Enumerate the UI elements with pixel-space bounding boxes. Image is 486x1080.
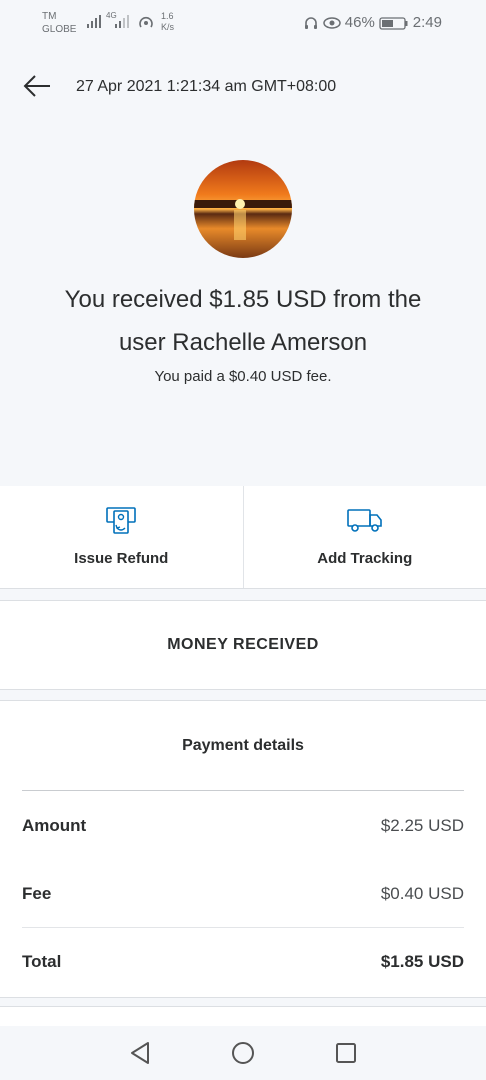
payment-details-title: Payment details (182, 737, 304, 754)
avatar (194, 160, 292, 258)
detail-row-total: Total $1.85 USD (22, 952, 464, 976)
refund-icon (106, 507, 137, 534)
issue-refund-button[interactable]: Issue Refund (0, 486, 243, 588)
nav-back-icon[interactable] (128, 1040, 152, 1066)
battery-percent: 46% (344, 14, 375, 31)
fee-note: You paid a $0.40 USD fee. (154, 368, 332, 385)
action-row: Issue Refund Add Tracking (0, 486, 486, 589)
nav-home-icon[interactable] (230, 1040, 256, 1066)
headline-line1: You received $1.85 USD from the (64, 286, 422, 313)
carrier-label: TM GLOBE (42, 10, 76, 36)
status-section: MONEY RECEIVED (0, 600, 486, 690)
transaction-datetime: 27 Apr 2021 1:21:34 am GMT+08:00 (76, 78, 337, 95)
back-arrow-icon[interactable] (22, 72, 54, 100)
signal-icon (87, 15, 101, 28)
hotspot-icon (139, 16, 153, 28)
speed-unit: K/s (161, 22, 175, 32)
payment-details-card: Payment details Amount $2.25 USD Fee $0.… (0, 700, 486, 998)
add-tracking-label: Add Tracking (317, 550, 413, 567)
headphones-icon (304, 16, 317, 29)
fee-value: $0.40 USD (380, 884, 464, 903)
detail-row-fee: Fee $0.40 USD (22, 884, 464, 908)
status-right: 46% 2:49 (303, 14, 442, 31)
divider (22, 927, 464, 928)
carrier-line1: TM (42, 11, 57, 22)
divider (22, 790, 464, 791)
status-bar: TM GLOBE 4G 1.6 K/s 46% 2:49 (0, 0, 486, 48)
issue-refund-label: Issue Refund (74, 550, 169, 567)
add-tracking-button[interactable]: Add Tracking (242, 486, 486, 588)
total-value: $1.85 USD (380, 952, 464, 971)
system-nav-bar (0, 1026, 486, 1080)
nav-recents-icon[interactable] (334, 1040, 358, 1066)
truck-icon (346, 509, 382, 532)
headline-line2: user Rachelle Amerson (118, 329, 368, 356)
total-label: Total (22, 952, 62, 971)
amount-value: $2.25 USD (380, 816, 464, 835)
carrier-line2: GLOBE (42, 24, 77, 35)
network-speed: 1.6 K/s (161, 11, 174, 33)
transaction-headline: You received $1.85 USD from the user Rac… (0, 278, 486, 364)
detail-row-amount: Amount $2.25 USD (22, 816, 464, 840)
header: 27 Apr 2021 1:21:34 am GMT+08:00 (0, 60, 486, 116)
signal-icon-2 (115, 15, 129, 28)
eye-icon (323, 16, 341, 29)
clock: 2:49 (412, 14, 442, 31)
money-received-title: MONEY RECEIVED (167, 636, 319, 653)
battery-icon (379, 16, 408, 30)
amount-label: Amount (22, 816, 87, 835)
speed-value: 1.6 (161, 11, 174, 21)
fee-label: Fee (22, 884, 52, 903)
